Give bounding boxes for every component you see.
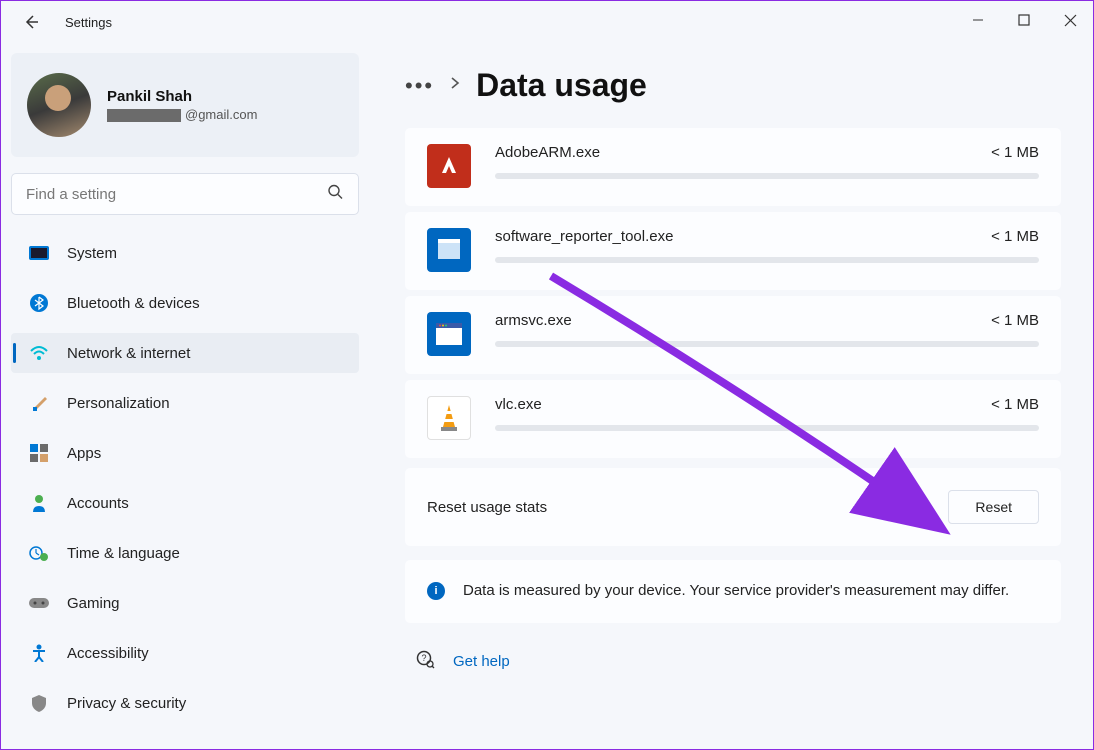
sidebar-item-network[interactable]: Network & internet (11, 333, 359, 373)
app-usage-row[interactable]: armsvc.exe < 1 MB (405, 296, 1061, 374)
app-size: < 1 MB (991, 396, 1039, 413)
help-link[interactable]: Get help (453, 653, 510, 670)
nav-label: Gaming (67, 595, 120, 612)
vlc-icon (427, 396, 471, 440)
app-usage-row[interactable]: software_reporter_tool.exe < 1 MB (405, 212, 1061, 290)
sidebar-item-time[interactable]: Time & language (11, 533, 359, 573)
app-usage-row[interactable]: vlc.exe < 1 MB (405, 380, 1061, 458)
bluetooth-icon (29, 293, 49, 313)
sidebar-item-system[interactable]: System (11, 233, 359, 273)
app-size: < 1 MB (991, 144, 1039, 161)
clock-globe-icon (29, 543, 49, 563)
gamepad-icon (29, 593, 49, 613)
sidebar-item-accessibility[interactable]: Accessibility (11, 633, 359, 673)
apps-icon (29, 443, 49, 463)
reset-button[interactable]: Reset (948, 490, 1039, 524)
maximize-button[interactable] (1001, 1, 1047, 39)
generic-app-icon (427, 228, 471, 272)
breadcrumb-more[interactable]: ••• (405, 73, 434, 99)
person-icon (29, 493, 49, 513)
nav-label: Apps (67, 445, 101, 462)
main-content: ••• Data usage AdobeARM.exe < 1 MB (373, 43, 1093, 749)
page-title: Data usage (476, 67, 647, 104)
reset-stats-card: Reset usage stats Reset (405, 468, 1061, 546)
app-name: vlc.exe (495, 396, 542, 413)
sidebar: Pankil Shah @gmail.com System Bluetooth … (1, 43, 373, 749)
minimize-button[interactable] (955, 1, 1001, 39)
app-name: software_reporter_tool.exe (495, 228, 673, 245)
back-button[interactable] (19, 10, 43, 34)
profile-card[interactable]: Pankil Shah @gmail.com (11, 53, 359, 157)
titlebar: Settings (1, 1, 1093, 43)
app-size: < 1 MB (991, 312, 1039, 329)
nav-label: Personalization (67, 395, 170, 412)
app-name: AdobeARM.exe (495, 144, 600, 161)
nav-label: System (67, 245, 117, 262)
help-row[interactable]: ? Get help (405, 649, 1061, 674)
close-button[interactable] (1047, 1, 1093, 39)
nav-label: Privacy & security (67, 695, 186, 712)
app-title: Settings (65, 15, 112, 30)
maximize-icon (1018, 14, 1030, 26)
wifi-icon (29, 343, 49, 363)
nav-label: Network & internet (67, 345, 190, 362)
arrow-left-icon (23, 14, 39, 30)
window-icon (427, 312, 471, 356)
sidebar-item-gaming[interactable]: Gaming (11, 583, 359, 623)
minimize-icon (972, 14, 984, 26)
sidebar-item-privacy[interactable]: Privacy & security (11, 683, 359, 723)
info-icon: i (427, 582, 445, 600)
search-input[interactable] (11, 173, 359, 215)
sidebar-item-personalization[interactable]: Personalization (11, 383, 359, 423)
chevron-right-icon (450, 76, 460, 95)
info-text: Data is measured by your device. Your se… (463, 580, 1009, 603)
profile-name: Pankil Shah (107, 88, 257, 105)
search-icon (327, 184, 343, 205)
usage-bar (495, 257, 1039, 263)
close-icon (1064, 14, 1077, 27)
shield-icon (29, 693, 49, 713)
nav-label: Accessibility (67, 645, 149, 662)
help-icon: ? (415, 649, 435, 674)
accessibility-icon (29, 643, 49, 663)
sidebar-item-accounts[interactable]: Accounts (11, 483, 359, 523)
system-icon (29, 243, 49, 263)
window-controls (955, 1, 1093, 39)
app-usage-row[interactable]: AdobeARM.exe < 1 MB (405, 128, 1061, 206)
nav-label: Bluetooth & devices (67, 295, 200, 312)
sidebar-item-bluetooth[interactable]: Bluetooth & devices (11, 283, 359, 323)
reset-label: Reset usage stats (427, 499, 547, 516)
usage-bar (495, 341, 1039, 347)
search-wrap (11, 173, 359, 215)
app-size: < 1 MB (991, 228, 1039, 245)
info-card: i Data is measured by your device. Your … (405, 560, 1061, 623)
svg-text:?: ? (421, 653, 426, 663)
profile-email: @gmail.com (107, 107, 257, 122)
usage-bar (495, 425, 1039, 431)
nav-list: System Bluetooth & devices Network & int… (11, 233, 359, 723)
app-name: armsvc.exe (495, 312, 572, 329)
nav-label: Time & language (67, 545, 180, 562)
breadcrumb: ••• Data usage (405, 67, 1061, 104)
avatar (27, 73, 91, 137)
redacted-block (107, 109, 181, 122)
paintbrush-icon (29, 393, 49, 413)
nav-label: Accounts (67, 495, 129, 512)
sidebar-item-apps[interactable]: Apps (11, 433, 359, 473)
adobe-icon (427, 144, 471, 188)
usage-bar (495, 173, 1039, 179)
